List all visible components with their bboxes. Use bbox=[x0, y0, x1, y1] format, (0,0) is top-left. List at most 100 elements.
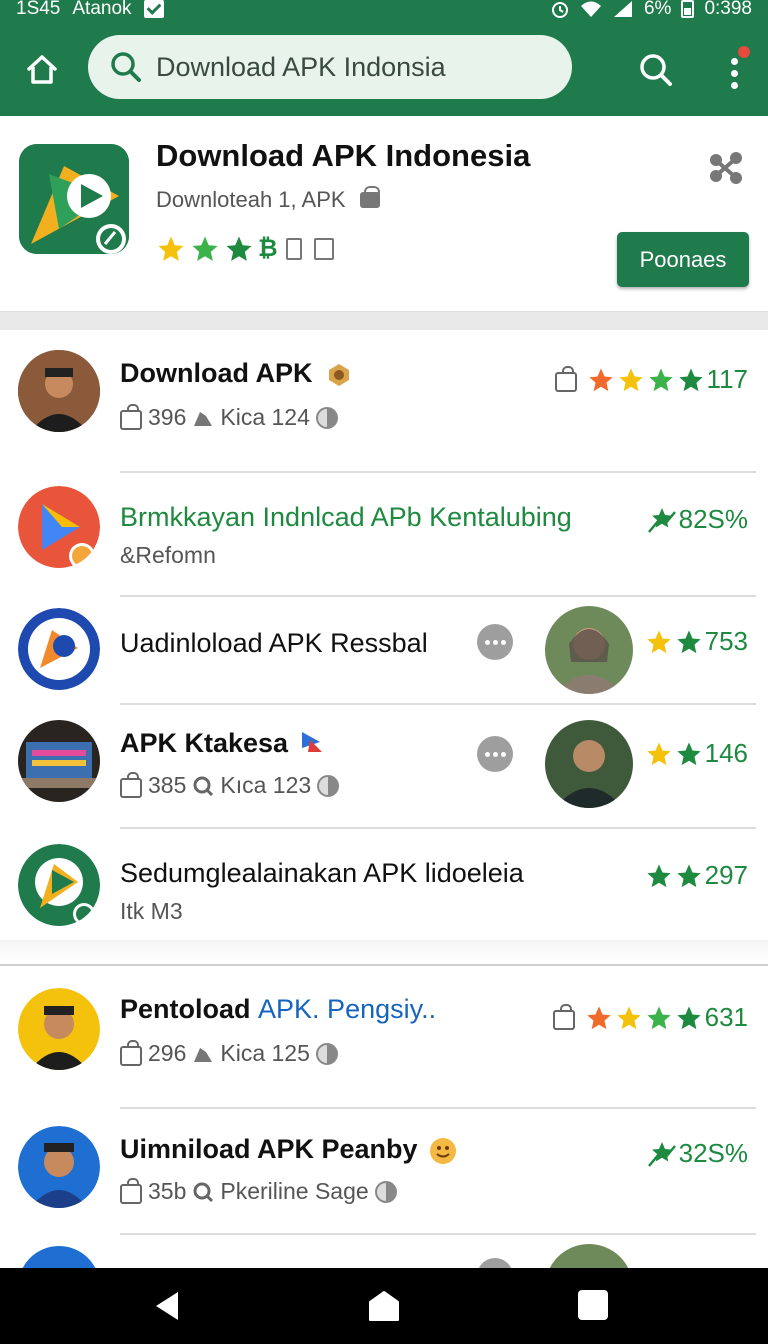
person-thumbnail bbox=[545, 606, 633, 694]
avatar bbox=[18, 608, 100, 690]
list-item-meta: 385 Kıca 123 bbox=[120, 771, 340, 799]
section-separator bbox=[0, 940, 768, 966]
status-bar: 1S45 Atanok 6% 0:398 bbox=[0, 0, 768, 22]
system-nav-bar bbox=[0, 1268, 768, 1344]
home-icon bbox=[27, 55, 57, 84]
trend-star-icon bbox=[647, 1141, 676, 1167]
list-item[interactable]: Download APK 396 Kica 124 117 bbox=[0, 330, 768, 473]
battery-icon bbox=[681, 0, 695, 18]
list-item-title: Brmkkayan Indnlcad APb Kentalubing bbox=[120, 502, 572, 532]
list-item[interactable] bbox=[0, 1234, 768, 1268]
more-horizontal-icon bbox=[484, 639, 490, 645]
app-bar: 1S45 Atanok 6% 0:398 Download APK Indons… bbox=[0, 0, 768, 116]
share-icon bbox=[710, 152, 742, 184]
star-icon bbox=[648, 367, 673, 391]
star-icon bbox=[676, 741, 701, 765]
list-item-title: Sedumglealainakan APK lidoeleia bbox=[120, 858, 524, 888]
avatar bbox=[18, 350, 100, 432]
app-rating: ₿ bbox=[156, 234, 334, 264]
avatar bbox=[18, 844, 100, 926]
avatar bbox=[18, 1126, 100, 1208]
list-item-rating: 117 bbox=[554, 364, 748, 395]
star-icon bbox=[616, 1005, 641, 1029]
signal-icon bbox=[613, 1, 632, 17]
star-icon bbox=[192, 236, 218, 261]
list-item-rating: 631 bbox=[552, 1002, 748, 1033]
rating-glyph: ₿ bbox=[258, 235, 278, 262]
list-item[interactable]: Pentoload APK. Pengsiy.. 296 Kica 125 63… bbox=[0, 968, 768, 1109]
bag-icon bbox=[552, 1003, 575, 1030]
empty-star-icon bbox=[285, 238, 302, 260]
star-icon bbox=[158, 236, 184, 261]
list-item-rating: 297 bbox=[645, 860, 748, 891]
home-button[interactable] bbox=[20, 48, 64, 92]
more-options-button[interactable] bbox=[477, 1258, 513, 1268]
list-item[interactable]: Brmkkayan Indnlcad APb Kentalubing &Refo… bbox=[0, 472, 768, 597]
more-options-button[interactable] bbox=[477, 624, 513, 660]
bag-icon bbox=[120, 771, 142, 798]
person-thumbnail bbox=[545, 1244, 633, 1268]
search-icon bbox=[193, 776, 214, 796]
person-thumbnail bbox=[545, 720, 633, 808]
overflow-menu-button[interactable] bbox=[720, 44, 752, 94]
recents-icon[interactable] bbox=[578, 1290, 608, 1320]
app-subtitle: Downloteah 1, APK bbox=[156, 186, 380, 213]
search-button[interactable] bbox=[634, 48, 678, 92]
bag-icon bbox=[120, 1039, 142, 1066]
app-title: Download APK Indonesia bbox=[156, 138, 531, 173]
hand-icon bbox=[194, 1047, 213, 1062]
home-nav-icon[interactable] bbox=[368, 1290, 400, 1322]
battery-percent: 6% bbox=[643, 0, 672, 19]
status-carrier: Atanok bbox=[72, 0, 132, 19]
share-button[interactable] bbox=[706, 148, 746, 188]
check-icon bbox=[143, 0, 164, 18]
trend-star-icon bbox=[647, 507, 676, 533]
pie-icon bbox=[317, 774, 340, 797]
avatar bbox=[18, 486, 100, 568]
star-icon bbox=[676, 863, 701, 887]
star-icon bbox=[618, 367, 643, 391]
star-icon bbox=[646, 629, 671, 653]
emoji-icon bbox=[430, 1137, 457, 1164]
list-item-rating: 82S% bbox=[647, 504, 748, 535]
list-item-title: Uimniload APK Peanby bbox=[120, 1134, 457, 1165]
bag-icon bbox=[554, 365, 577, 392]
wifi-icon bbox=[580, 1, 601, 17]
star-icon bbox=[678, 367, 703, 391]
list-item-title: Uadinloload APK Ressbal bbox=[120, 628, 428, 658]
star-icon bbox=[586, 1005, 611, 1029]
status-time-left: 1S45 bbox=[16, 0, 61, 19]
list-item[interactable]: APK Ktakesa 385 Kıca 123 146 bbox=[0, 704, 768, 829]
star-icon bbox=[676, 629, 701, 653]
back-icon[interactable] bbox=[152, 1290, 180, 1322]
list-item[interactable]: Uadinloload APK Ressbal 753 bbox=[0, 596, 768, 705]
avatar bbox=[18, 720, 100, 802]
list-item[interactable]: Uimniload APK Peanby 35b Pkeriline Sage … bbox=[0, 1108, 768, 1235]
star-icon bbox=[676, 1005, 701, 1029]
star-icon bbox=[226, 236, 252, 261]
more-horizontal-icon bbox=[484, 751, 490, 757]
bag-icon bbox=[120, 403, 142, 430]
search-input[interactable]: Download APK Indonsia bbox=[88, 35, 572, 99]
pie-icon bbox=[315, 1042, 338, 1065]
star-icon bbox=[646, 741, 671, 765]
avatar bbox=[18, 988, 100, 1070]
list-item-rating: 146 bbox=[645, 738, 748, 769]
hand-icon bbox=[194, 411, 213, 426]
search-icon bbox=[640, 54, 672, 86]
app-logo bbox=[19, 144, 129, 254]
list-item-meta: 35b Pkeriline Sage bbox=[120, 1177, 397, 1205]
more-options-button[interactable] bbox=[477, 736, 513, 772]
more-vert-icon bbox=[731, 58, 738, 65]
avatar bbox=[18, 1246, 100, 1268]
install-button[interactable]: Poonaes bbox=[617, 232, 749, 287]
pie-icon bbox=[374, 1180, 397, 1203]
bag-icon bbox=[120, 1177, 142, 1204]
list-item[interactable]: Sedumglealainakan APK lidoeleia Itk M3 2… bbox=[0, 828, 768, 940]
star-icon bbox=[588, 367, 613, 391]
search-icon bbox=[193, 1182, 214, 1202]
status-time-right: 0:398 bbox=[704, 0, 752, 19]
search-query: Download APK Indonsia bbox=[156, 51, 446, 82]
search-icon bbox=[111, 52, 141, 82]
app-subtitle-text: Downloteah 1, APK bbox=[156, 187, 346, 212]
